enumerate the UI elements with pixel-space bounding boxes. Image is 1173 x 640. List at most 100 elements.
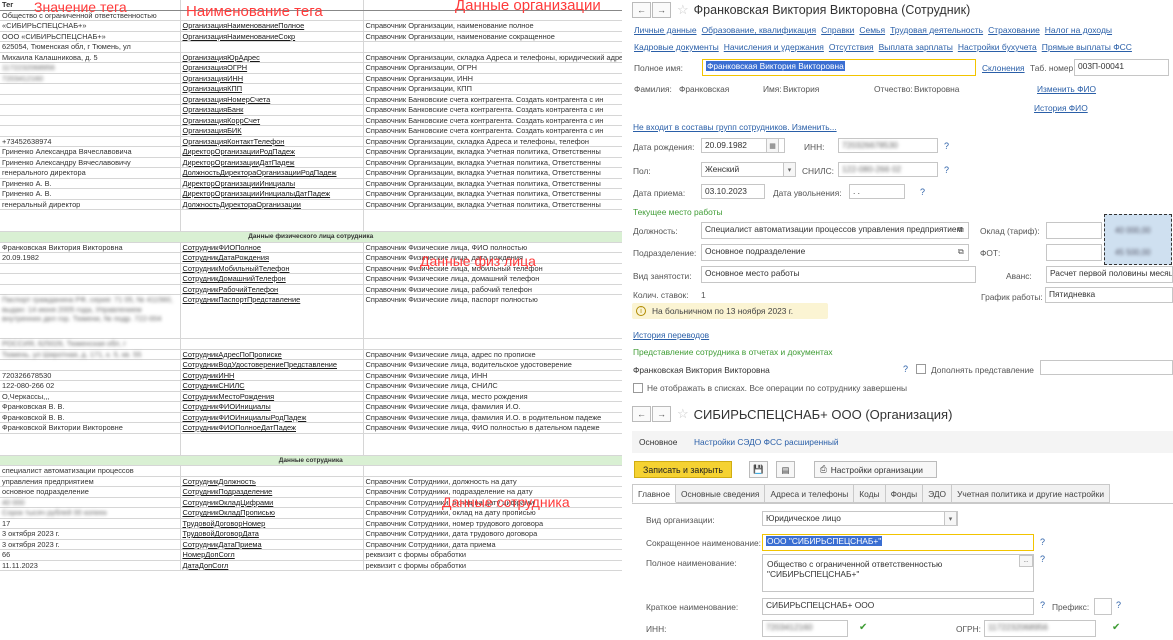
- org-nav-sedo[interactable]: Настройки СЭДО ФСС расширенный: [694, 437, 839, 447]
- schedule-input[interactable]: Пятидневка: [1045, 287, 1173, 303]
- sheet-cell[interactable]: Гриненко Александру Вячеславовичу: [0, 157, 181, 168]
- sheet-cell[interactable]: управления предприятием: [0, 476, 181, 487]
- sheet-cell[interactable]: ОрганизацияКПП: [180, 83, 364, 95]
- short-name-input[interactable]: ООО "СИБИРЬСПЕЦСНАБ+": [762, 534, 1034, 551]
- sheet-cell[interactable]: [0, 359, 181, 371]
- sheet-cell[interactable]: [363, 338, 622, 350]
- supplement-checkbox[interactable]: [916, 364, 926, 374]
- more-icon[interactable]: ...: [1019, 555, 1033, 567]
- sheet-cell[interactable]: Франковская Виктория Викторовна: [0, 242, 181, 253]
- sheet-cell[interactable]: СотрудникФИОПолное: [180, 242, 364, 253]
- employee-nav-link-0[interactable]: Личные данные: [634, 25, 697, 35]
- full-name-input[interactable]: Франковская Виктория Викторовна: [702, 59, 976, 76]
- sheet-cell[interactable]: 3 октября 2023 г.: [0, 528, 181, 540]
- sheet-cell[interactable]: ОрганизацияКоррСчет: [180, 115, 364, 126]
- sheet-cell[interactable]: Справочник Физические лица, водительское…: [363, 359, 622, 371]
- employee-nav-link-2-4[interactable]: Настройки бухучета: [958, 42, 1037, 52]
- sheet-cell[interactable]: 66: [0, 549, 181, 561]
- sheet-cell[interactable]: Справочник Банковские счета контрагента.…: [363, 94, 622, 105]
- sheet-cell[interactable]: СотрудникФИОПолноеДатПадеж: [180, 422, 364, 434]
- employment-input[interactable]: Основное место работы: [701, 266, 976, 283]
- sex-select[interactable]: Женский: [701, 162, 785, 177]
- employee-nav-link-4[interactable]: Трудовая деятельность: [890, 25, 983, 35]
- sheet-cell[interactable]: Тюмень, ул Широтная, д. 171, к. 5, кв. 5…: [0, 349, 181, 360]
- org-ogrn-input[interactable]: 1172232068956: [984, 620, 1096, 637]
- sheet-cell[interactable]: СотрудникПаспортПредставление: [180, 294, 364, 339]
- sheet-cell[interactable]: Справочник Организации, вкладка Учетная …: [363, 157, 622, 168]
- sheet-cell[interactable]: СотрудникОкладЦифрами: [180, 497, 364, 508]
- sheet-cell[interactable]: Справочник Организации, КПП: [363, 83, 622, 95]
- short-name-help-icon[interactable]: ?: [1040, 537, 1045, 547]
- sheet-cell[interactable]: СотрудникВодУдостоверениеПредставление: [180, 359, 364, 371]
- sheet-cell[interactable]: 17: [0, 518, 181, 529]
- sheet-cell[interactable]: СотрудникДатаПриема: [180, 539, 364, 550]
- sheet-cell[interactable]: 40 000: [0, 497, 181, 508]
- employee-nav-link-1[interactable]: Образование, квалификация: [702, 25, 817, 35]
- org-tab-6[interactable]: Учетная политика и другие настройки: [952, 484, 1111, 503]
- fire-date-help-icon[interactable]: ?: [920, 187, 925, 197]
- org-forward-button[interactable]: →: [652, 406, 671, 422]
- back-button[interactable]: ←: [632, 2, 651, 18]
- sheet-cell[interactable]: Справочник Сотрудники, номер трудового д…: [363, 518, 622, 529]
- tab-number-input[interactable]: 003П-00041: [1074, 59, 1169, 76]
- sheet-cell[interactable]: ДатаДопСогл: [180, 560, 364, 571]
- sheet-cell[interactable]: основное подразделение: [0, 486, 181, 498]
- sheet-cell[interactable]: Справочник Сотрудники, дата трудового до…: [363, 528, 622, 540]
- sheet-cell[interactable]: Справочник Физические лица, место рожден…: [363, 391, 622, 402]
- sheet-cell[interactable]: Справочник Физические лица, ИНН: [363, 370, 622, 381]
- supplement-input[interactable]: [1040, 360, 1173, 375]
- sheet-cell[interactable]: реквизит с формы обработки: [363, 560, 622, 571]
- sheet-cell[interactable]: Справочник Физические лица, СНИЛС: [363, 380, 622, 392]
- sheet-cell[interactable]: ДиректорОрганизацииДатПадеж: [180, 157, 364, 168]
- org-tab-3[interactable]: Коды: [854, 484, 886, 503]
- sheet-cell[interactable]: СотрудникДомашнийТелефон: [180, 273, 364, 285]
- sheet-cell[interactable]: ДолжностьДиректораОрганизацииРодПадеж: [180, 167, 364, 179]
- brief-help-icon[interactable]: ?: [1040, 600, 1045, 610]
- org-favorite-star-icon[interactable]: ☆: [677, 406, 689, 422]
- sheet-cell[interactable]: Паспорт гражданина РФ, серия: 71 05, № 4…: [0, 294, 181, 339]
- advance-input[interactable]: Расчет первой половины месяца: [1046, 266, 1173, 283]
- sheet-cell[interactable]: Справочник Физические лица, паспорт полн…: [363, 294, 622, 339]
- org-tab-2[interactable]: Адреса и телефоны: [765, 484, 855, 503]
- position-input[interactable]: Специалист автоматизации процессов управ…: [701, 222, 969, 239]
- sheet-cell[interactable]: генеральный директор: [0, 199, 181, 210]
- sheet-cell[interactable]: СотрудникДатаРождения: [180, 252, 364, 264]
- sheet-cell[interactable]: ТрудовойДоговорДата: [180, 528, 364, 540]
- sheet-cell[interactable]: Справочник Физические лица, ФИО полность…: [363, 422, 622, 434]
- org-nav-main[interactable]: Основное: [639, 437, 677, 447]
- employee-nav-link-2-5[interactable]: Прямые выплаты ФСС: [1042, 42, 1132, 52]
- employee-nav-link-2[interactable]: Справки: [821, 25, 854, 35]
- history-transfers-link[interactable]: История переводов: [633, 330, 709, 340]
- sheet-cell[interactable]: генерального директора: [0, 167, 181, 179]
- sheet-cell[interactable]: Справочник Организации, ИНН: [363, 73, 622, 84]
- sheet-cell[interactable]: Справочник Организации, вкладка Учетная …: [363, 188, 622, 200]
- sheet-cell[interactable]: 1172232068956: [0, 62, 181, 74]
- salary-input[interactable]: [1046, 222, 1102, 239]
- full-name-org-help-icon[interactable]: ?: [1040, 554, 1045, 564]
- inn-input[interactable]: 720326678530: [838, 138, 938, 153]
- hide-checkbox[interactable]: [633, 383, 643, 393]
- employee-nav-link-3[interactable]: Семья: [859, 25, 885, 35]
- sheet-cell[interactable]: [0, 273, 181, 285]
- division-input[interactable]: Основное подразделение: [701, 244, 969, 261]
- sheet-cell[interactable]: О,Черкассы,,,: [0, 391, 181, 402]
- org-tab-0[interactable]: Главное: [632, 484, 676, 503]
- sheet-cell[interactable]: СотрудникАдресПоПрописке: [180, 349, 364, 360]
- sheet-cell[interactable]: Справочник Организации, вкладка Учетная …: [363, 178, 622, 189]
- employee-nav-link-2-1[interactable]: Начисления и удержания: [724, 42, 824, 52]
- sheet-cell[interactable]: 20.09.1982: [0, 252, 181, 264]
- sheet-cell[interactable]: ДиректорОрганизацииРодПадеж: [180, 146, 364, 158]
- employee-nav-link-2-2[interactable]: Отсутствия: [829, 42, 874, 52]
- sheet-cell[interactable]: [0, 104, 181, 116]
- fire-date-input[interactable]: . .: [849, 184, 905, 199]
- sheet-cell[interactable]: [180, 338, 364, 350]
- sheet-cell[interactable]: Франковская В. В.: [0, 401, 181, 413]
- org-tab-1[interactable]: Основные сведения: [676, 484, 766, 503]
- sheet-cell[interactable]: Справочник Физические лица, фамилия И.О.…: [363, 412, 622, 423]
- save-icon[interactable]: 💾: [749, 461, 768, 478]
- org-back-button[interactable]: ←: [632, 406, 651, 422]
- sheet-cell[interactable]: СотрудникМобильныйТелефон: [180, 263, 364, 274]
- save-close-button[interactable]: Записать и закрыть: [634, 461, 732, 478]
- sheet-cell[interactable]: [0, 125, 181, 137]
- sheet-cell[interactable]: ОрганизацияБанк: [180, 104, 364, 116]
